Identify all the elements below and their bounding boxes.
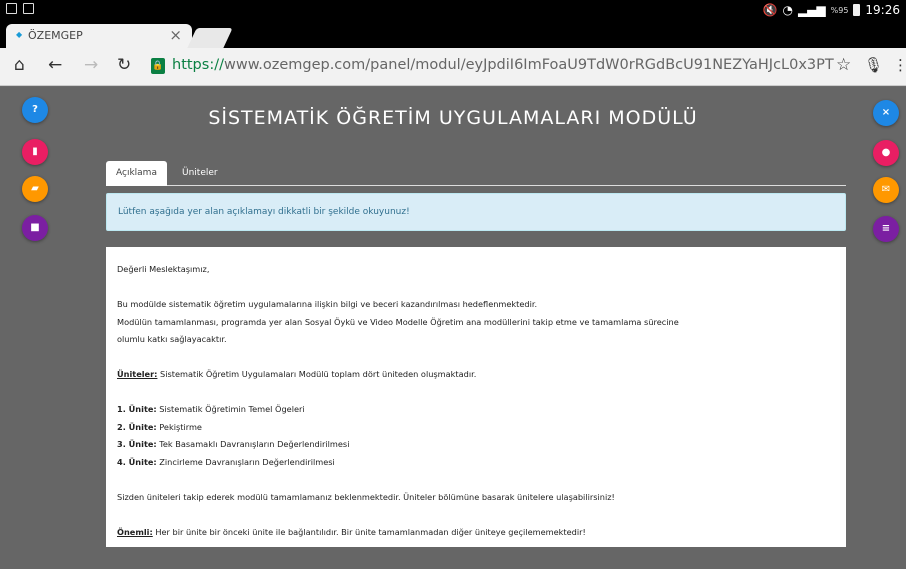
unit-text: Tek Basamaklı Davranışların Değerlendiri…: [156, 439, 350, 449]
greeting-text: Değerli Meslektaşımız,: [117, 264, 210, 274]
unit-label: 3. Ünite:: [117, 439, 157, 449]
units-label: Üniteler:: [117, 369, 158, 379]
menu-dots-icon[interactable]: ⋮: [893, 55, 906, 75]
tab-close-icon[interactable]: ×: [169, 26, 182, 44]
page-content: SİSTEMATİK ÖĞRETİM UYGULAMALARI MODÜLÜ ?…: [0, 87, 906, 569]
tab-title: ÖZEMGEP: [28, 29, 83, 42]
browser-toolbar: ⌂ ← → ↻ 🔒 https://www.ozemgep.com/panel/…: [0, 48, 906, 86]
book-icon[interactable]: ▰: [22, 176, 48, 202]
browser-tab-strip: ◆ ÖZEMGEP ×: [0, 20, 906, 48]
unit-text: Sistematik Öğretimin Temel Ögeleri: [156, 404, 305, 414]
mail-icon[interactable]: ✉: [873, 177, 899, 203]
battery-icon: [853, 4, 861, 16]
units-text: Sistematik Öğretim Uygulamaları Modülü t…: [157, 369, 477, 379]
important-note: Önemli: Her bir ünite bir önceki ünite i…: [117, 524, 835, 542]
android-status-bar: 🔇 ◔ ▂▄▆ %95 19:26: [0, 0, 906, 20]
unit-text: Zincirleme Davranışların Değerlendirilme…: [156, 456, 335, 467]
page-title: SİSTEMATİK ÖĞRETİM UYGULAMALARI MODÜLÜ: [208, 107, 698, 129]
url-path: www.ozemgep.com/panel/modul/eyJpdiI6ImFo…: [223, 57, 834, 73]
tab-aciklama[interactable]: Açıklama: [106, 161, 167, 186]
address-bar[interactable]: https://www.ozemgep.com/panel/modul/eyJp…: [172, 57, 834, 79]
browser-tab[interactable]: ◆ ÖZEMGEP ×: [6, 24, 192, 48]
intro-text-1: Bu modülde sistematik öğretim uygulamala…: [117, 299, 538, 309]
bookmark-star-icon[interactable]: ☆: [836, 55, 851, 75]
favicon-icon: ◆: [16, 30, 23, 39]
forward-arrow-icon[interactable]: →: [84, 55, 98, 75]
unit-label: 4. Ünite:: [117, 456, 157, 467]
wifi-icon: ◔: [782, 3, 793, 17]
notification-icons: [6, 3, 34, 14]
intro-text-3: olumlu katkı sağlayacaktır.: [117, 334, 227, 344]
video-icon[interactable]: ■: [22, 215, 48, 241]
unit-item: 2. Ünite: Pekiştirme: [117, 419, 835, 437]
home-icon[interactable]: ⌂: [14, 55, 25, 75]
follow-text: Sizden üniteleri takip ederek modülü tam…: [117, 491, 615, 502]
module-tabs: Açıklama Üniteler: [106, 161, 846, 186]
lock-icon[interactable]: 🔒: [151, 58, 165, 74]
status-indicators: 🔇 ◔ ▂▄▆ %95 19:26: [763, 3, 901, 17]
reload-icon[interactable]: ↻: [117, 55, 131, 75]
back-arrow-icon[interactable]: ←: [48, 55, 62, 75]
battery-percent: %95: [830, 5, 849, 15]
unit-label: 2. Ünite:: [117, 421, 157, 432]
unit-item: 3. Ünite: Tek Basamaklı Davranışların De…: [117, 436, 835, 454]
description-panel: Değerli Meslektaşımız, Bu modülde sistem…: [106, 247, 846, 547]
important-label: Önemli:: [117, 526, 153, 537]
unit-label: 1. Ünite:: [117, 404, 157, 414]
mute-icon: 🔇: [762, 3, 778, 17]
url-scheme: https://: [172, 57, 224, 73]
new-tab-button[interactable]: [187, 28, 233, 48]
intro-text-2: Modülün tamamlanması, programda yer alan…: [117, 316, 679, 327]
important-text: Her bir ünite bir önceki ünite ile bağla…: [152, 526, 586, 537]
bookmark-icon[interactable]: ▮: [22, 139, 48, 165]
unit-item: 4. Ünite: Zincirleme Davranışların Değer…: [117, 454, 835, 472]
unit-item: 1. Ünite: Sistematik Öğretimin Temel Öge…: [117, 401, 835, 419]
units-summary: Üniteler: Sistematik Öğretim Uygulamalar…: [117, 366, 835, 384]
info-alert: Lütfen aşağıda yer alan açıklamayı dikka…: [106, 193, 846, 231]
mail-notification-icon: [23, 3, 34, 14]
microphone-icon[interactable]: 🎙: [864, 55, 883, 75]
close-icon[interactable]: ×: [873, 100, 899, 126]
unit-text: Pekiştirme: [156, 421, 202, 432]
user-icon[interactable]: ●: [873, 140, 899, 166]
tab-uniteler[interactable]: Üniteler: [172, 161, 228, 186]
question-icon[interactable]: ?: [22, 97, 48, 123]
image-notification-icon: [6, 3, 17, 14]
clock: 19:26: [865, 3, 900, 17]
signal-icon: ▂▄▆: [797, 3, 826, 17]
list-icon[interactable]: ≡: [873, 216, 899, 242]
